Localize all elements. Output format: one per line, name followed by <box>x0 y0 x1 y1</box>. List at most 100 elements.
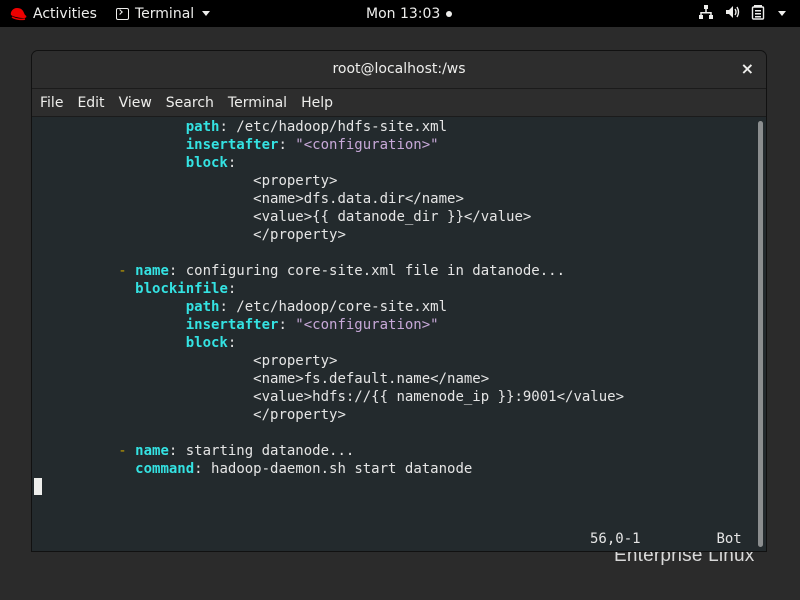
editor-line: </property> <box>34 406 346 424</box>
editor-line: <name>dfs.data.dir</name> <box>34 190 464 208</box>
yaml-colon: : <box>168 263 186 279</box>
list-dash: - <box>118 263 136 279</box>
menu-help[interactable]: Help <box>294 95 340 111</box>
yaml-value: configuring core-site.xml file in datano… <box>185 263 566 279</box>
terminal-window: root@localhost:/ws × File Edit View Sear… <box>32 51 766 551</box>
yaml-colon: : <box>194 461 212 477</box>
yaml-string: "<configuration>" <box>295 317 439 333</box>
yaml-colon: : <box>278 317 296 333</box>
menu-view[interactable]: View <box>112 95 159 111</box>
block-text: <value>hdfs://{{ namenode_ip }}:9001</va… <box>253 389 625 405</box>
menu-terminal[interactable]: Terminal <box>221 95 294 111</box>
yaml-key: blockinfile <box>135 281 228 297</box>
battery-icon <box>750 4 766 24</box>
yaml-value: /etc/hadoop/hdfs-site.xml <box>236 119 448 135</box>
yaml-colon: : <box>278 137 296 153</box>
terminal-content[interactable]: path: /etc/hadoop/hdfs-site.xml insertaf… <box>32 117 754 551</box>
vim-status-line: 56,0-1 Bot <box>590 531 742 547</box>
window-titlebar[interactable]: root@localhost:/ws × <box>32 51 766 89</box>
editor-line: <value>hdfs://{{ namenode_ip }}:9001</va… <box>34 388 624 406</box>
yaml-colon: : <box>227 155 237 171</box>
list-dash: - <box>118 443 136 459</box>
block-text: </property> <box>253 227 346 243</box>
system-status-area[interactable] <box>698 0 786 27</box>
editor-line: <property> <box>34 172 337 190</box>
yaml-key: name <box>135 443 169 459</box>
text-cursor <box>34 478 42 495</box>
system-menu-caret-icon <box>778 11 786 16</box>
clock-button[interactable]: Mon 13:03 <box>366 0 453 27</box>
network-icon <box>698 4 714 24</box>
block-text: <property> <box>253 353 338 369</box>
block-text: <property> <box>253 173 338 189</box>
activities-label: Activities <box>33 5 97 22</box>
yaml-colon: : <box>168 443 186 459</box>
yaml-colon: : <box>219 119 237 135</box>
yaml-key: path <box>185 119 220 135</box>
clock-label: Mon 13:03 <box>366 5 441 22</box>
editor-line: <value>{{ datanode_dir }}</value> <box>34 208 531 226</box>
menu-file[interactable]: File <box>32 95 70 111</box>
terminal-app-icon <box>116 7 129 20</box>
editor-line: path: /etc/hadoop/hdfs-site.xml <box>34 118 447 136</box>
scroll-position: Bot <box>716 531 742 547</box>
yaml-key: block <box>185 155 228 171</box>
app-menu-label: Terminal <box>135 5 195 22</box>
menu-bar: File Edit View Search Terminal Help <box>32 89 766 117</box>
block-text: <name>fs.default.name</name> <box>253 371 490 387</box>
editor-line: - name: configuring core-site.xml file i… <box>34 262 565 280</box>
yaml-colon: : <box>227 335 237 351</box>
yaml-key: path <box>185 299 220 315</box>
block-text: <value>{{ datanode_dir }}</value> <box>253 209 532 225</box>
editor-line: insertafter: "<configuration>" <box>34 136 439 154</box>
yaml-value: starting datanode... <box>185 443 355 459</box>
notification-dot-icon <box>446 10 453 17</box>
yaml-colon: : <box>227 281 237 297</box>
app-menu-button[interactable]: Terminal <box>116 0 211 27</box>
menu-search[interactable]: Search <box>159 95 221 111</box>
editor-line: insertafter: "<configuration>" <box>34 316 439 334</box>
editor-line: block: <box>34 334 237 352</box>
editor-line: command: hadoop-daemon.sh start datanode <box>34 460 472 478</box>
volume-icon <box>724 4 740 24</box>
editor-line: </property> <box>34 226 346 244</box>
redhat-logo-icon[interactable] <box>8 0 28 27</box>
activities-button[interactable]: Activities <box>33 0 97 27</box>
yaml-string: "<configuration>" <box>295 137 439 153</box>
scrollbar[interactable] <box>754 117 766 551</box>
chevron-down-icon <box>202 11 211 16</box>
yaml-value: hadoop-daemon.sh start datanode <box>211 461 473 477</box>
yaml-value: /etc/hadoop/core-site.xml <box>236 299 448 315</box>
yaml-key: insertafter <box>185 137 279 153</box>
scrollbar-thumb[interactable] <box>758 121 763 547</box>
editor-line: path: /etc/hadoop/core-site.xml <box>34 298 447 316</box>
yaml-key: insertafter <box>185 317 279 333</box>
editor-line: <name>fs.default.name</name> <box>34 370 489 388</box>
editor-line: <property> <box>34 352 337 370</box>
close-icon[interactable]: × <box>741 59 754 78</box>
window-title: root@localhost:/ws <box>332 61 466 77</box>
cursor-position: 56,0-1 <box>590 531 641 547</box>
editor-line: block: <box>34 154 237 172</box>
block-text: <name>dfs.data.dir</name> <box>253 191 464 207</box>
menu-edit[interactable]: Edit <box>70 95 111 111</box>
yaml-key: command <box>135 461 195 477</box>
block-text: </property> <box>253 407 346 423</box>
editor-line: - name: starting datanode... <box>34 442 354 460</box>
editor-line: blockinfile: <box>34 280 236 298</box>
